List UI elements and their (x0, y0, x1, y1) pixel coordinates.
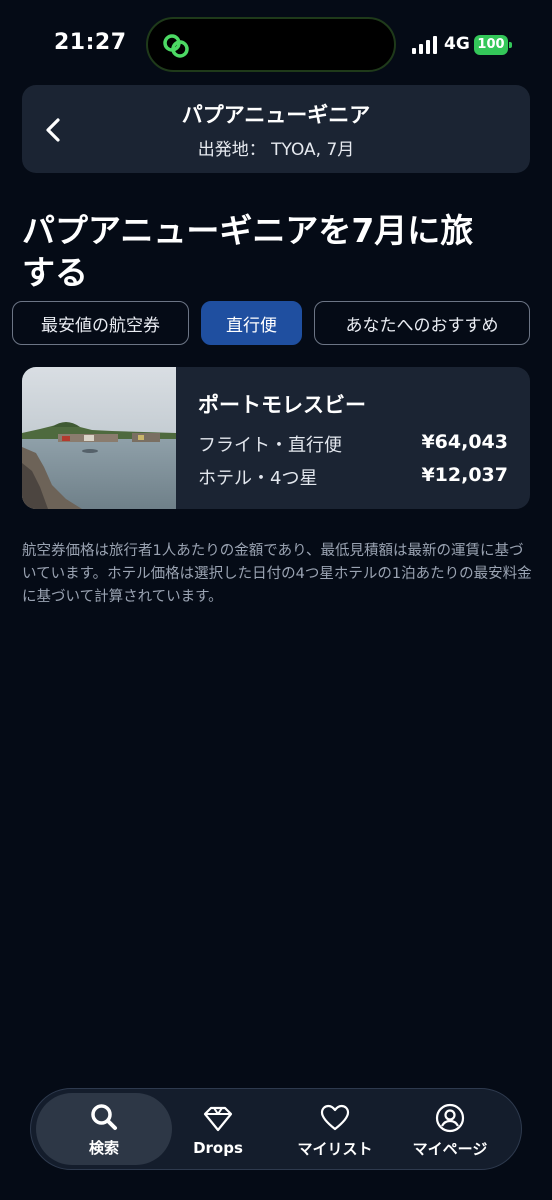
nav-label: Drops (193, 1139, 243, 1157)
hotel-price: ¥12,037 (421, 464, 508, 486)
bottom-navigation: 検索 Drops マイリスト マイページ (30, 1088, 522, 1170)
signal-icon (412, 36, 437, 54)
destination-photo (22, 367, 176, 509)
tab-direct[interactable]: 直行便 (201, 301, 302, 345)
search-icon (91, 1103, 117, 1130)
header-subtitle: 出発地： TYOA, 7月 (197, 140, 355, 160)
nav-label: 検索 (88, 1138, 119, 1157)
battery-icon: 100 (474, 35, 512, 55)
status-time: 21:27 (54, 30, 127, 55)
destination-name: ポートモレスビー (198, 393, 366, 417)
link-icon (163, 34, 189, 58)
diamond-icon (203, 1106, 233, 1132)
flight-label: フライト・直行便 (198, 435, 342, 456)
header-card: パプアニューギニア 出発地： TYOA, 7月 (22, 85, 530, 173)
dynamic-island (146, 17, 396, 72)
tab-label: 直行便 (226, 315, 277, 336)
hotel-label: ホテル・4つ星 (198, 468, 318, 489)
screen: 21:27 4G 100 パプアニューギニア 出発地： TYOA, 7月 パプア… (0, 0, 552, 1200)
nav-search[interactable]: 検索 (36, 1093, 172, 1165)
nav-drops[interactable]: Drops (159, 1089, 277, 1171)
page-title: パプアニューギニアを7月に旅する (22, 211, 474, 292)
nav-label: マイリスト (297, 1139, 373, 1158)
flight-price: ¥64,043 (421, 431, 508, 453)
tab-label: 最安値の航空券 (41, 315, 160, 336)
tab-label: あなたへのおすすめ (345, 315, 499, 336)
tab-cheapest[interactable]: 最安値の航空券 (12, 301, 189, 345)
profile-icon (435, 1103, 465, 1132)
nav-label: マイページ (412, 1139, 488, 1158)
heart-icon (320, 1104, 350, 1130)
tab-recommended[interactable]: あなたへのおすすめ (314, 301, 530, 345)
price-disclaimer: 航空券価格は旅行者1人あたりの金額であり、最低見積額は最新の運賃に基づいています… (22, 543, 532, 605)
destination-card[interactable]: ポートモレスビー フライト・直行便 ¥64,043 ホテル・4つ星 ¥12,03… (22, 367, 530, 509)
status-bar: 21:27 4G 100 (0, 0, 552, 90)
nav-mylist[interactable]: マイリスト (276, 1089, 394, 1171)
header-title: パプアニューギニア (181, 103, 371, 127)
nav-mypage[interactable]: マイページ (391, 1089, 509, 1171)
network-type: 4G (444, 34, 470, 54)
